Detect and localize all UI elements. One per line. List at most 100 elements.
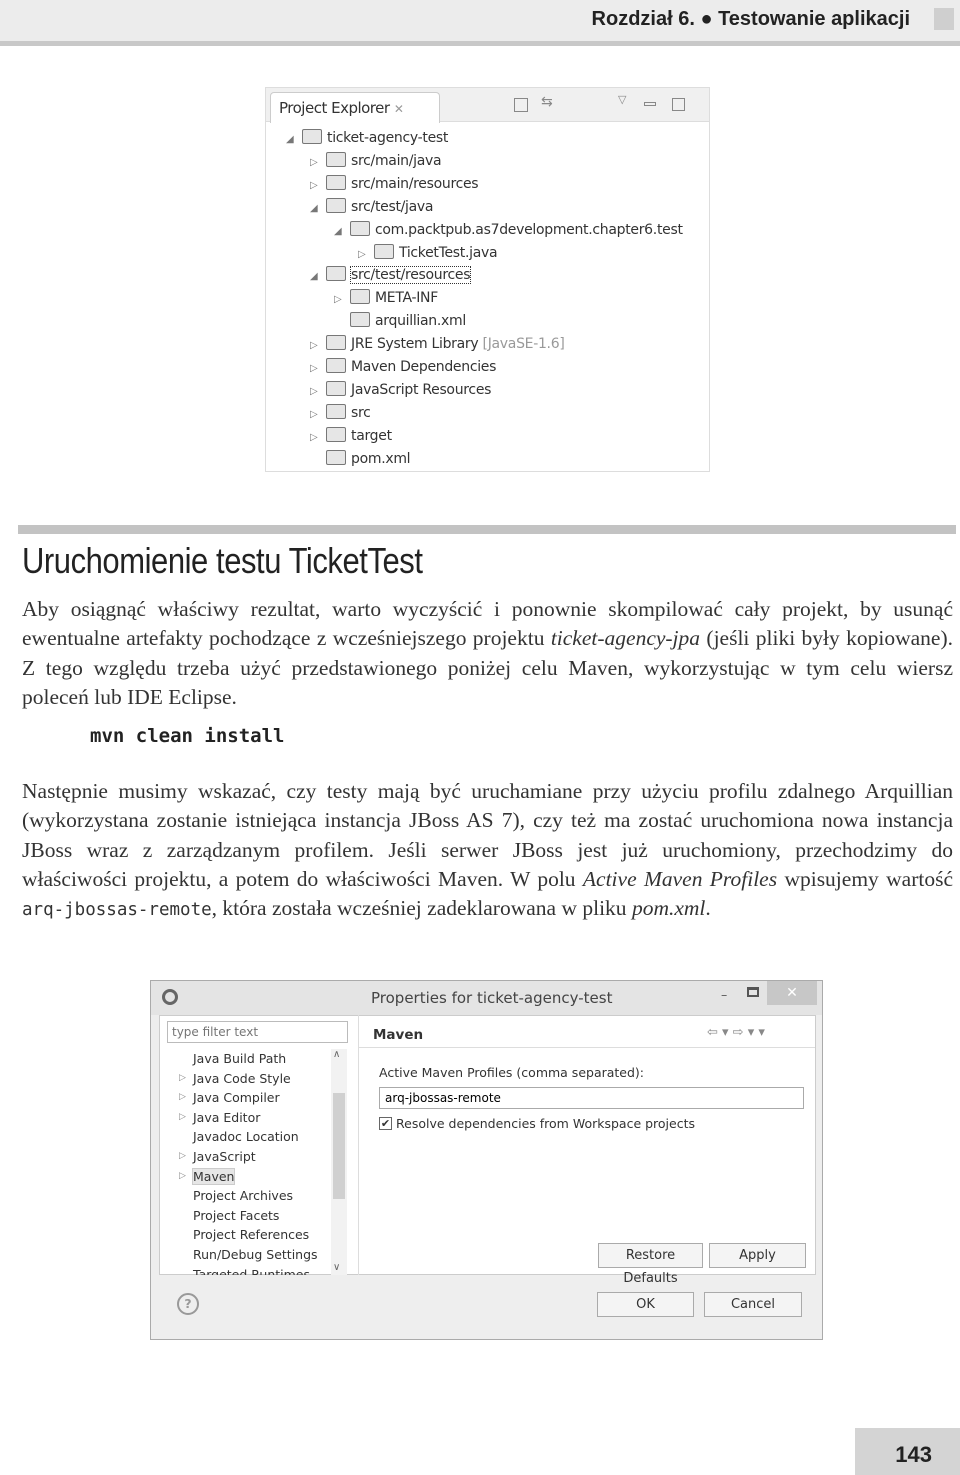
nav-item[interactable]: Project References	[193, 1225, 309, 1244]
filter-input[interactable]	[167, 1021, 348, 1043]
maximize-icon[interactable]	[672, 98, 685, 111]
header-marker	[934, 8, 954, 30]
folder-icon	[326, 151, 346, 167]
tree-item-label: JRE System Library	[351, 336, 479, 353]
collapsed-arrow-icon[interactable]: ▷	[179, 1167, 186, 1186]
nav-item-label: Maven	[191, 1167, 236, 1185]
collapsed-arrow-icon[interactable]: ▷	[358, 244, 374, 266]
tree-item[interactable]: ▷ JavaScript Resources	[310, 379, 491, 401]
nav-item-label: Run/Debug Settings	[193, 1247, 318, 1262]
code-command: mvn clean install	[90, 725, 285, 747]
profiles-input[interactable]	[379, 1087, 804, 1109]
expanded-arrow-icon[interactable]: ◢	[334, 221, 350, 243]
tree-item[interactable]: ▷ src/main/resources	[310, 173, 479, 197]
tree-item-label: TicketTest.java	[399, 244, 498, 261]
nav-item[interactable]: ▷ Java Compiler	[179, 1088, 280, 1107]
collapsed-arrow-icon[interactable]: ▷	[310, 152, 326, 174]
close-icon[interactable]: ✕	[394, 102, 404, 116]
properties-dialog-screenshot: Properties for ticket-agency-test – ✕ Ja…	[150, 980, 823, 1340]
tree-item[interactable]: ▷ TicketTest.java	[358, 242, 498, 266]
tree-item[interactable]: ▷ target	[310, 425, 392, 447]
collapsed-arrow-icon[interactable]: ▷	[310, 427, 326, 449]
collapsed-arrow-icon[interactable]: ▷	[334, 289, 350, 311]
paragraph-1: Aby osiągnąć właściwy rezultat, warto wy…	[22, 597, 953, 709]
nav-item[interactable]: Targeted Runtimes	[193, 1265, 310, 1275]
tree-item[interactable]: pom.xml	[310, 448, 411, 470]
nav-item[interactable]: ▷ Java Code Style	[179, 1069, 291, 1088]
nav-item[interactable]: Project Archives	[193, 1186, 293, 1205]
collapsed-arrow-icon[interactable]: ▷	[179, 1108, 186, 1127]
collapsed-arrow-icon[interactable]: ▷	[310, 358, 326, 380]
help-icon[interactable]: ?	[177, 1293, 199, 1315]
collapse-all-icon[interactable]	[514, 98, 528, 112]
checkbox-checked-icon[interactable]: ✔	[379, 1117, 392, 1130]
nav-scrollbar[interactable]: ∧ ∨	[331, 1049, 347, 1275]
nav-item[interactable]: ▷ Java Editor	[179, 1108, 260, 1127]
section-title: Uruchomienie testu TicketTest	[22, 540, 423, 581]
tree-item-label: target	[351, 427, 392, 444]
history-nav[interactable]: ⇦ ▾ ⇨ ▾ ▾	[707, 1025, 765, 1040]
profiles-label: Active Maven Profiles (comma separated):	[379, 1065, 645, 1080]
paragraph-2: Następnie musimy wskazać, czy testy mają…	[22, 779, 954, 921]
tree-item-label: src/main/resources	[351, 175, 479, 192]
collapsed-arrow-icon[interactable]: ▷	[310, 175, 326, 197]
tree-item-label: com.packtpub.as7development.chapter6.tes…	[375, 221, 683, 238]
folder-icon	[350, 312, 370, 328]
tree-item-label: arquillian.xml	[375, 313, 466, 330]
expanded-arrow-icon[interactable]: ◢	[286, 129, 302, 151]
apply-button[interactable]: Apply	[709, 1243, 806, 1268]
tree-item[interactable]: ▷ META-INF	[334, 287, 438, 309]
tree-item[interactable]: ▷ src	[310, 402, 371, 424]
ok-button[interactable]: OK	[597, 1292, 694, 1317]
tree-item-label: META-INF	[375, 290, 438, 307]
tree-item[interactable]: ▷ Maven Dependencies	[310, 356, 496, 378]
nav-item-label: Project Facets	[193, 1207, 280, 1223]
maximize-button[interactable]	[747, 987, 759, 997]
nav-item[interactable]: ▷ Maven	[179, 1167, 236, 1186]
folder-icon	[326, 449, 346, 465]
collapsed-arrow-icon[interactable]: ▷	[179, 1069, 186, 1088]
dialog-title: Properties for ticket-agency-test	[371, 989, 613, 1007]
folder-icon	[326, 426, 346, 442]
tab-project-explorer[interactable]: Project Explorer ✕	[270, 92, 440, 123]
tree-item[interactable]: ◢ src/test/java	[310, 196, 434, 220]
chapter-title: Rozdział 6. ● Testowanie aplikacji	[591, 8, 910, 30]
tree-item[interactable]: ◢ ticket-agency-test	[286, 127, 448, 149]
tree-item[interactable]: ◢ src/test/resources	[310, 264, 472, 288]
page-number: 143	[895, 1442, 932, 1467]
restore-defaults-button[interactable]: Restore Defaults	[598, 1243, 703, 1286]
nav-item[interactable]: Javadoc Location	[193, 1127, 299, 1146]
view-menu-icon[interactable]: ▽	[618, 93, 626, 106]
nav-item[interactable]: ▷ JavaScript	[179, 1147, 256, 1166]
section-divider	[18, 525, 956, 534]
folder-icon	[326, 174, 346, 190]
collapsed-arrow-icon[interactable]: ▷	[310, 404, 326, 426]
nav-item[interactable]: Project Facets	[193, 1206, 279, 1225]
collapsed-arrow-icon[interactable]: ▷	[179, 1147, 186, 1166]
nav-item-label: JavaScript	[193, 1149, 256, 1164]
resolve-checkbox[interactable]: ✔ Resolve dependencies from Workspace pro…	[379, 1116, 695, 1131]
folder-icon	[326, 266, 346, 282]
nav-item-label: Java Compiler	[193, 1090, 280, 1106]
tree-item[interactable]: ▷ JRE System Library [JavaSE-1.6]	[310, 333, 565, 357]
collapsed-arrow-icon[interactable]: ▷	[179, 1088, 186, 1107]
minimize-icon[interactable]	[644, 102, 656, 106]
expanded-arrow-icon[interactable]: ◢	[310, 198, 326, 220]
folder-icon	[326, 358, 346, 373]
cancel-button[interactable]: Cancel	[704, 1292, 802, 1317]
link-editor-icon[interactable]: ⇆	[541, 94, 553, 110]
nav-item-label: Javadoc Location	[193, 1129, 299, 1145]
tree-item[interactable]: arquillian.xml	[334, 310, 466, 332]
close-button[interactable]: ✕	[767, 981, 817, 1005]
folder-icon	[350, 220, 370, 236]
tree-item-label: src/main/java	[351, 152, 442, 169]
expanded-arrow-icon[interactable]: ◢	[310, 266, 326, 288]
tree-item[interactable]: ▷ src/main/java	[310, 150, 442, 174]
tree-item-label: JavaScript Resources	[351, 381, 492, 398]
minimize-button[interactable]: –	[721, 987, 727, 1002]
collapsed-arrow-icon[interactable]: ▷	[310, 335, 326, 357]
collapsed-arrow-icon[interactable]: ▷	[310, 381, 326, 403]
tree-item[interactable]: ◢ com.packtpub.as7development.chapter6.te…	[334, 219, 683, 241]
nav-item[interactable]: Java Build Path	[193, 1049, 286, 1068]
nav-item[interactable]: Run/Debug Settings	[193, 1245, 318, 1264]
